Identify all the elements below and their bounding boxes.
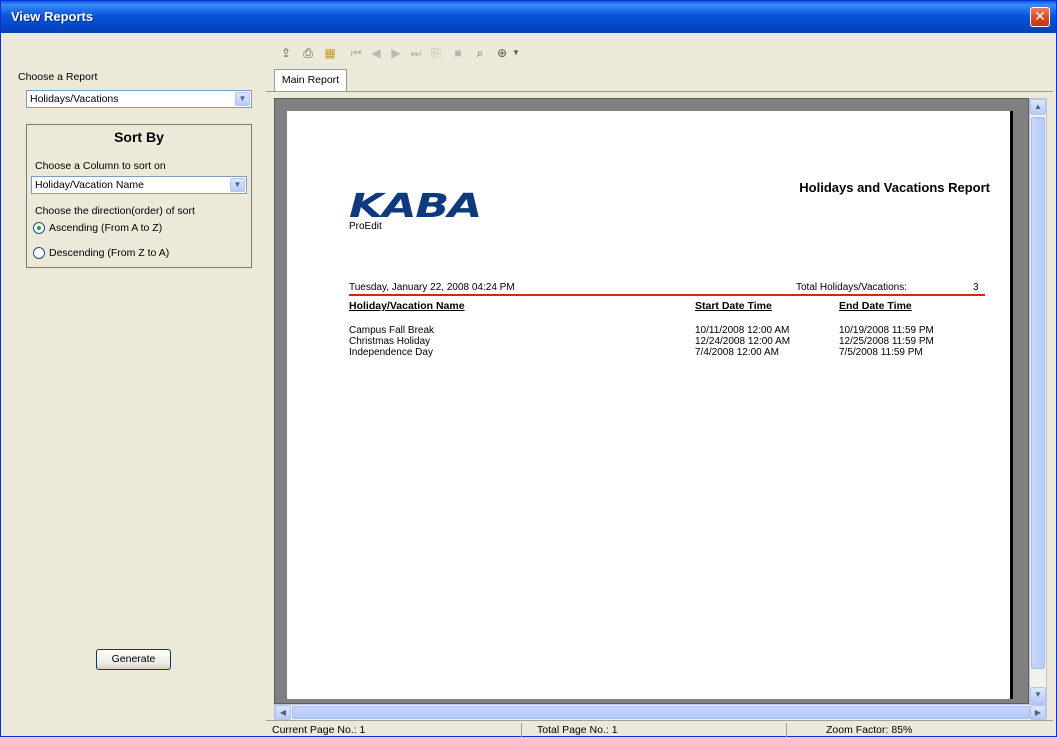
cell-name: Independence Day — [349, 347, 433, 358]
first-page-icon[interactable]: ⏮ — [348, 45, 364, 61]
chevron-down-icon[interactable]: ▼ — [508, 45, 524, 61]
window-title: View Reports — [11, 9, 94, 24]
choose-report-label: Choose a Report — [18, 71, 98, 83]
sort-by-title: Sort By — [114, 129, 164, 145]
chevron-down-icon[interactable]: ▼ — [235, 92, 250, 106]
title-bar[interactable]: View Reports ✕ — [1, 1, 1056, 33]
sort-column-label: Choose a Column to sort on — [35, 160, 166, 172]
report-title: Holidays and Vacations Report — [799, 180, 990, 195]
tab-divider — [266, 91, 1053, 92]
cell-end: 7/5/2008 11:59 PM — [839, 347, 923, 358]
sort-direction-label: Choose the direction(order) of sort — [35, 205, 195, 217]
ascending-radio[interactable] — [33, 222, 45, 234]
zoom-status: Zoom Factor: 85% — [826, 724, 913, 736]
product-name: ProEdit — [349, 221, 382, 232]
print-icon[interactable]: ⎙ — [300, 45, 316, 61]
kaba-logo: KABA — [349, 186, 482, 225]
cell-name: Campus Fall Break — [349, 325, 435, 336]
sort-by-group: Sort By Choose a Column to sort on Holid… — [26, 124, 252, 268]
view-reports-window: View Reports ✕ Choose a Report Holidays/… — [0, 0, 1057, 737]
scroll-right-button[interactable]: ▶ — [1030, 705, 1046, 720]
current-page-status: Current Page No.: 1 — [272, 724, 366, 736]
vertical-scroll-thumb[interactable] — [1031, 117, 1045, 669]
report-select[interactable]: Holidays/Vacations ▼ — [26, 90, 252, 108]
descending-radio[interactable] — [33, 247, 45, 259]
export-icon[interactable]: ⇪ — [278, 45, 294, 61]
status-divider — [786, 723, 787, 737]
scroll-left-button[interactable]: ◀ — [275, 705, 291, 720]
close-button[interactable]: ✕ — [1030, 7, 1050, 27]
scroll-down-button[interactable]: ▼ — [1030, 687, 1046, 703]
report-select-value: Holidays/Vacations — [30, 93, 119, 105]
report-options-panel: Choose a Report Holidays/Vacations ▼ Sor… — [6, 37, 259, 735]
report-viewer-panel: ⇪ ⎙ ▦ ⏮ ◀ ▶ ⏭ ⎘ ■ ⌕ ⊕ ▼ Main Report KABA… — [266, 37, 1053, 737]
cell-end: 12/25/2008 11:59 PM — [839, 336, 934, 347]
ascending-label[interactable]: Ascending (From A to Z) — [49, 222, 162, 234]
tree-toggle-icon[interactable]: ▦ — [322, 45, 338, 61]
report-page: KABA ProEdit Holidays and Vacations Repo… — [287, 111, 1013, 699]
descending-label[interactable]: Descending (From Z to A) — [49, 247, 169, 259]
status-divider — [521, 723, 522, 737]
cell-start: 12/24/2008 12:00 AM — [695, 336, 791, 347]
viewer-toolbar: ⇪ ⎙ ▦ ⏮ ◀ ▶ ⏭ ⎘ ■ ⌕ ⊕ ▼ — [266, 37, 1053, 67]
chevron-down-icon[interactable]: ▼ — [230, 178, 245, 192]
generate-button[interactable]: Generate — [96, 649, 171, 670]
header-rule — [349, 294, 985, 296]
report-date: Tuesday, January 22, 2008 04:24 PM — [349, 282, 515, 293]
total-label: Total Holidays/Vacations: — [796, 282, 907, 293]
column-header-name: Holiday/Vacation Name — [349, 300, 465, 312]
horizontal-scrollbar[interactable]: ◀ ▶ — [274, 704, 1047, 721]
close-icon: ✕ — [1034, 8, 1046, 24]
report-canvas[interactable]: KABA ProEdit Holidays and Vacations Repo… — [274, 98, 1029, 704]
column-header-start: Start Date Time — [695, 300, 772, 312]
horizontal-scroll-thumb[interactable] — [292, 706, 1030, 719]
tab-main-report[interactable]: Main Report — [274, 69, 347, 91]
search-icon[interactable]: ⌕ — [472, 45, 488, 61]
status-bar: Current Page No.: 1 Total Page No.: 1 Zo… — [266, 720, 1053, 737]
total-page-status: Total Page No.: 1 — [537, 724, 618, 736]
cell-end: 10/19/2008 11:59 PM — [839, 325, 934, 336]
goto-page-icon[interactable]: ⎘ — [428, 45, 444, 61]
sort-column-value: Holiday/Vacation Name — [35, 179, 144, 191]
next-page-icon[interactable]: ▶ — [388, 45, 404, 61]
column-header-end: End Date Time — [839, 300, 912, 312]
last-page-icon[interactable]: ⏭ — [408, 45, 424, 61]
sort-column-select[interactable]: Holiday/Vacation Name ▼ — [31, 176, 247, 194]
cell-name: Christmas Holiday — [349, 336, 431, 347]
cell-start: 10/11/2008 12:00 AM — [695, 325, 790, 336]
vertical-scrollbar[interactable]: ▲ ▼ — [1029, 98, 1047, 704]
total-value: 3 — [973, 282, 979, 293]
previous-page-icon[interactable]: ◀ — [368, 45, 384, 61]
cell-start: 7/4/2008 12:00 AM — [695, 347, 779, 358]
scroll-up-button[interactable]: ▲ — [1030, 99, 1046, 115]
stop-icon[interactable]: ■ — [450, 45, 466, 61]
